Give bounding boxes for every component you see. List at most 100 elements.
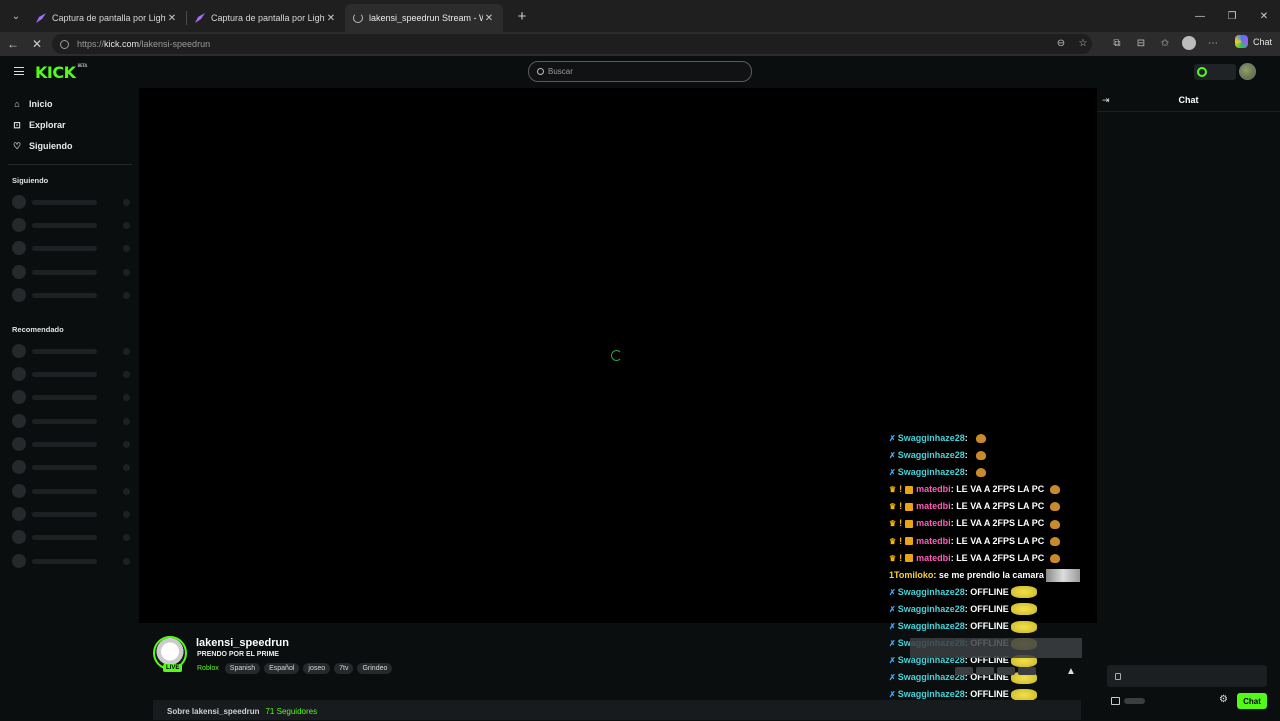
- close-tab-icon[interactable]: ✕: [166, 13, 178, 24]
- chat-panel: ⇥ Chat ⚙ Chat: [1097, 88, 1280, 720]
- chat-username: Swagginhaze28: [897, 603, 965, 614]
- url-prefix: https://: [77, 39, 105, 49]
- browser-tab-1[interactable]: Captura de pantalla por Lightshot ✕: [28, 4, 186, 32]
- more-menu-icon[interactable]: ⋯: [1206, 36, 1220, 50]
- gift-icon[interactable]: [1111, 697, 1120, 705]
- chat-username: matedbi: [916, 535, 951, 546]
- chat-username: matedbi: [916, 518, 951, 529]
- stop-loading-icon[interactable]: ✕: [26, 33, 48, 55]
- overlay-chat-line: ✗ Swagginhaze28:: [889, 464, 1089, 481]
- restore-icon[interactable]: ❐: [1216, 0, 1248, 32]
- chat-message: LE VA A 2FPS LA PC: [956, 552, 1045, 563]
- streamer-name[interactable]: lakensi_speedrun: [196, 637, 289, 649]
- kick-logo[interactable]: KICK BETA: [35, 63, 87, 82]
- emote-icon: [1010, 586, 1037, 599]
- close-window-icon[interactable]: ✕: [1248, 0, 1280, 32]
- close-tab-icon[interactable]: ✕: [325, 13, 337, 24]
- tab-list-chevron-icon[interactable]: ⌄: [4, 4, 28, 28]
- overlay-chat-line: 1Tomiloko: se me prendio la camara: [889, 567, 1089, 584]
- chat-username: Swagginhaze28: [897, 433, 965, 443]
- search-box[interactable]: [528, 61, 752, 82]
- badge-square-icon: [905, 520, 914, 529]
- emote-icon: [1050, 553, 1061, 563]
- loading-spinner-icon: [611, 350, 622, 361]
- category-link[interactable]: Roblox: [197, 665, 219, 672]
- kick-coin-icon: [1197, 67, 1207, 77]
- tag-chip[interactable]: Grindeo: [357, 663, 393, 674]
- sword-badge-icon: ✗: [889, 639, 896, 649]
- tag-chip[interactable]: 7tv: [334, 663, 354, 674]
- header-action-button[interactable]: [1194, 64, 1236, 80]
- chat-title: Chat: [1178, 95, 1199, 105]
- chat-input[interactable]: [1107, 665, 1267, 687]
- favorites-icon[interactable]: ✩: [1158, 36, 1172, 50]
- overlay-chat-line: ✗Swagginhaze28: OFFLINE: [889, 584, 1089, 601]
- tag-chip[interactable]: Español: [264, 663, 300, 674]
- about-section-header: Sobre lakensi_speedrun 71 Seguidores: [153, 700, 1081, 720]
- browser-tab-2[interactable]: Captura de pantalla por Lightshot ✕: [187, 4, 345, 32]
- chat-username: Swagginhaze28: [897, 586, 965, 597]
- left-sidebar: ⌂ Inicio ⊡ Explorar ♡ Siguiendo Siguiend…: [0, 88, 138, 720]
- copilot-label: Chat: [1252, 36, 1272, 47]
- search-icon: [537, 68, 544, 75]
- chat-username: matedbi: [916, 501, 951, 512]
- crown-icon: ♛: [889, 536, 897, 546]
- chat-colon: :: [964, 467, 971, 478]
- tab-title: lakensi_speedrun Stream - Watch: [369, 13, 483, 23]
- chat-colon: :: [964, 450, 971, 461]
- gear-icon[interactable]: ⚙: [1219, 694, 1228, 705]
- chat-username: Swagginhaze28: [897, 450, 965, 461]
- minimize-icon[interactable]: —: [1184, 0, 1216, 32]
- chat-colon: :: [964, 433, 971, 443]
- tab-title: Captura de pantalla por Lightshot: [211, 13, 325, 23]
- chat-message: LE VA A 2FPS LA PC: [956, 535, 1045, 546]
- following-skeleton-row: [12, 241, 130, 255]
- recommended-section-title: Recomendado: [12, 325, 64, 334]
- tag-chip[interactable]: joseo: [303, 663, 331, 674]
- send-chat-button[interactable]: Chat: [1237, 693, 1267, 709]
- site-info-icon[interactable]: [60, 39, 69, 49]
- nav-explorar[interactable]: ⊡ Explorar: [12, 120, 66, 131]
- nav-label: Siguiendo: [29, 141, 73, 151]
- copilot-chat-button[interactable]: Chat: [1234, 35, 1272, 48]
- chat-username: matedbi: [916, 552, 951, 563]
- following-skeleton-row: [12, 288, 130, 302]
- tab-title: Captura de pantalla por Lightshot: [52, 13, 166, 23]
- zoom-icon[interactable]: ⊖: [1054, 36, 1068, 50]
- back-arrow-icon[interactable]: ←: [2, 33, 24, 55]
- url-bar[interactable]: https://kick.com/lakensi-speedrun: [52, 34, 1092, 54]
- points-pill[interactable]: [1124, 698, 1145, 704]
- favorite-star-icon[interactable]: ☆: [1076, 36, 1090, 50]
- user-avatar[interactable]: [1239, 63, 1256, 80]
- sidebar-divider: [8, 164, 132, 165]
- sword-badge-icon: ✗: [889, 468, 896, 478]
- following-skeleton-row: [12, 195, 130, 209]
- badge-square-icon: [905, 554, 914, 563]
- recommended-skeleton-row: [12, 390, 130, 404]
- split-screen-icon[interactable]: ⊟: [1134, 36, 1148, 50]
- overlay-chat-line: ♛! matedbi: LE VA A 2FPS LA PC: [889, 481, 1089, 498]
- nav-siguiendo[interactable]: ♡ Siguiendo: [12, 141, 73, 152]
- nav-inicio[interactable]: ⌂ Inicio: [12, 99, 52, 109]
- overlay-chat-line: ✗Swagginhaze28: OFFLINE: [889, 601, 1089, 618]
- extensions-icon[interactable]: ⧉: [1110, 36, 1124, 50]
- following-skeleton-row: [12, 265, 130, 279]
- loading-spinner-icon: [353, 13, 363, 23]
- tag-chip[interactable]: Spanish: [224, 663, 261, 674]
- recommended-skeleton-row: [12, 367, 130, 381]
- close-tab-icon[interactable]: ✕: [483, 13, 495, 24]
- recommended-skeleton-row: [12, 554, 130, 568]
- nav-label: Explorar: [29, 120, 66, 130]
- overlay-chat-line: ✗ Swagginhaze28:: [889, 430, 1089, 447]
- sword-badge-icon: ✗: [889, 656, 896, 666]
- overlay-chat-line: ♛! matedbi: LE VA A 2FPS LA PC: [889, 515, 1089, 532]
- new-tab-plus-icon[interactable]: +: [511, 5, 533, 27]
- hamburger-menu-icon[interactable]: [14, 67, 24, 75]
- recommended-skeleton-row: [12, 414, 130, 428]
- profile-avatar-icon[interactable]: [1182, 36, 1196, 50]
- emote-icon: [976, 434, 987, 444]
- badge-exclamation: !: [899, 501, 903, 512]
- chat-username: matedbi: [916, 484, 951, 495]
- search-input[interactable]: [548, 67, 728, 76]
- browser-tab-3-active[interactable]: lakensi_speedrun Stream - Watch ✕: [345, 4, 503, 32]
